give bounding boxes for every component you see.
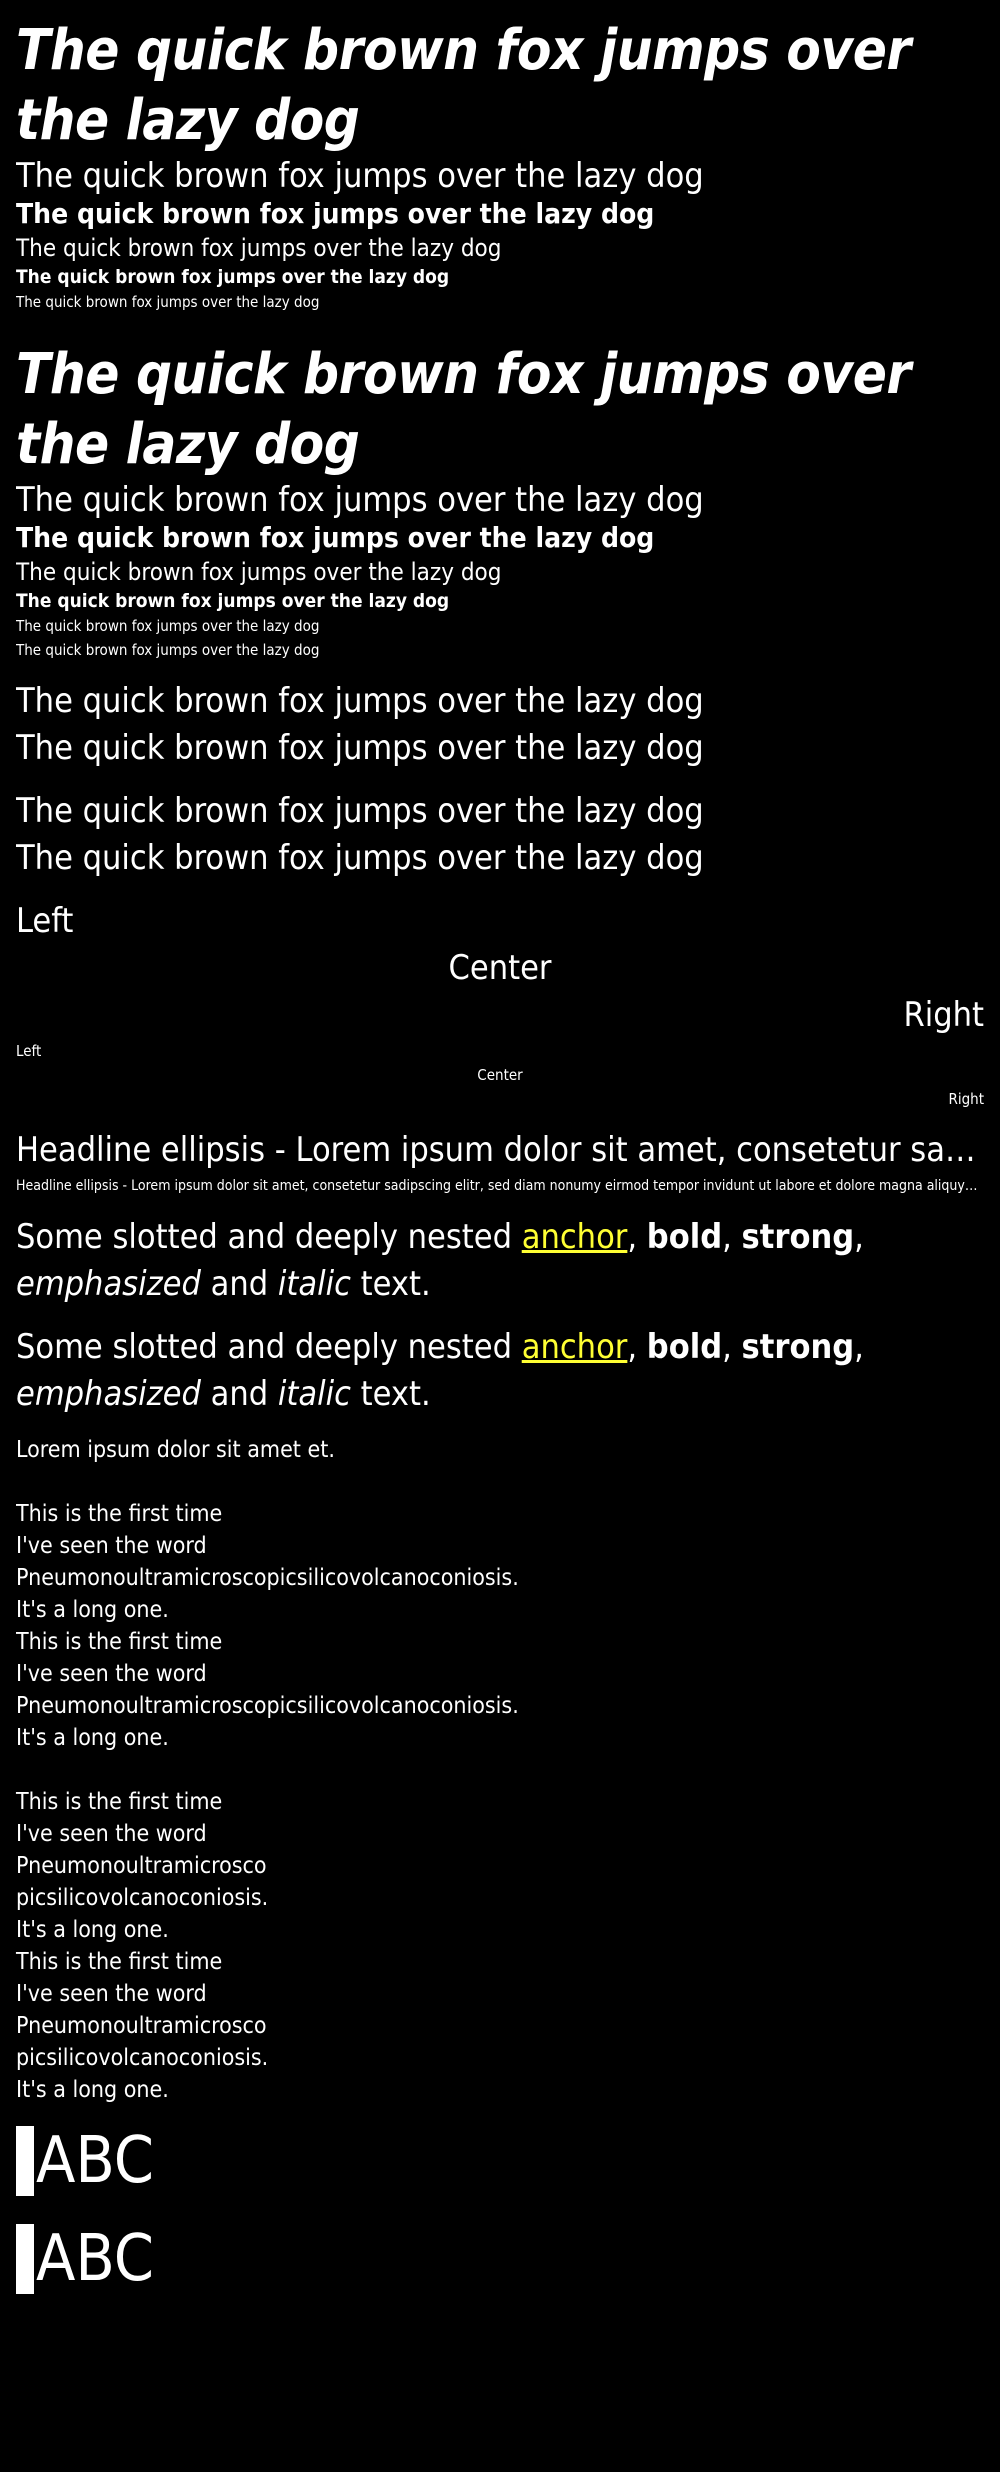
headline-xxs-2: The quick brown fox jumps over the lazy … [16,641,320,659]
long-word-line2: I've seen the word [16,1533,207,1559]
anchor-link[interactable]: anchor [522,1217,628,1257]
headline-pair-a1: The quick brown fox jumps over the lazy … [16,681,704,721]
align-left-small: Left [16,1042,42,1060]
italic-text: italic [277,1374,351,1414]
bold-text: bold [646,1327,723,1367]
headline-group-3: The quick brown fox jumps over the lazy … [16,678,984,772]
headline-l-2: The quick brown fox jumps over the lazy … [16,521,655,554]
headline-xl: The quick brown fox jumps over the lazy … [16,156,704,196]
narrow-line2-repeat: I've seen the word [16,1981,207,2007]
long-word-line1: This is the first time [16,1501,223,1527]
lorem-paragraph: Lorem ipsum dolor sit amet et. [16,1437,335,1463]
headline-group-1: The quick brown fox jumps over the lazy … [16,0,984,314]
headline-ellipsis-small: Headline ellipsis - Lorem ipsum dolor si… [16,1178,984,1194]
cursor-bar-icon [16,2224,34,2294]
comma: , [627,1327,647,1367]
comma: , [627,1217,647,1257]
cursor-bar-icon [16,2126,34,2196]
abc-row-2: ABC [16,2218,984,2300]
align-right-large: Right [903,995,984,1035]
comma: , [854,1327,864,1367]
long-word-line1-repeat: This is the first time [16,1629,223,1655]
headline-pair-b1: The quick brown fox jumps over the lazy … [16,791,704,831]
headline-xxl-italic: The quick brown fox jumps over the lazy … [16,18,911,153]
align-left-large: Left [16,901,74,941]
long-word-line4: It's a long one. [16,1597,169,1623]
headline-l: The quick brown fox jumps over the lazy … [16,197,655,230]
headline-m: The quick brown fox jumps over the lazy … [16,234,502,262]
narrow-long-text: Pneumonoultramicroscopicsilicovolcanocon… [16,1853,269,1943]
narrow-line1: This is the first time [16,1789,223,1815]
headline-s-2: The quick brown fox jumps over the lazy … [16,590,450,612]
headline-pair-b2: The quick brown fox jumps over the lazy … [16,838,704,878]
narrow-paragraph-1: This is the first time I've seen the wor… [16,1786,276,1946]
long-word-line2-repeat: I've seen the word [16,1661,207,1687]
italic-text: italic [277,1264,351,1304]
long-word-line4-repeat: It's a long one. [16,1725,169,1751]
rich-text-1: Some slotted and deeply nested anchor, b… [16,1214,984,1308]
align-center-small: Center [477,1066,523,1084]
headline-group-2: The quick brown fox jumps over the lazy … [16,340,984,662]
rich-text-suffix: text. [350,1264,431,1304]
comma: , [854,1217,864,1257]
emphasized-text: emphasized [16,1374,201,1414]
headline-xxl-italic-2: The quick brown fox jumps over the lazy … [16,342,911,477]
and-text: and [200,1264,278,1304]
headline-pair-a2: The quick brown fox jumps over the lazy … [16,728,704,768]
strong-text: strong [741,1327,855,1367]
narrow-line1-repeat: This is the first time [16,1949,223,1975]
abc-text-2: ABC [36,2222,154,2296]
emphasized-text: emphasized [16,1264,201,1304]
align-center-large: Center [448,948,552,988]
abc-row-1: ABC [16,2120,984,2202]
rich-text-prefix: Some slotted and deeply nested [16,1327,522,1367]
headline-group-4: The quick brown fox jumps over the lazy … [16,788,984,882]
bold-text: bold [646,1217,723,1257]
abc-text: ABC [36,2124,154,2198]
long-word-block-narrow: This is the first time I've seen the wor… [16,1786,984,2106]
long-word-block-wide: This is the first time I've seen the wor… [16,1498,984,1754]
headline-xs: The quick brown fox jumps over the lazy … [16,293,320,311]
comma: , [722,1327,742,1367]
alignment-group: Left Center Right Left Center Right [16,898,984,1111]
long-word-word-repeat: Pneumonoultramicroscopicsilicovolcanocon… [16,1693,519,1719]
headline-s: The quick brown fox jumps over the lazy … [16,266,450,288]
narrow-line2: I've seen the word [16,1821,207,1847]
narrow-paragraph-2: This is the first time I've seen the wor… [16,1946,276,2106]
ellipsis-group: Headline ellipsis - Lorem ipsum dolor si… [16,1127,984,1198]
rich-text-suffix: text. [350,1374,431,1414]
headline-ellipsis-large: Headline ellipsis - Lorem ipsum dolor si… [16,1130,984,1170]
headline-m-2: The quick brown fox jumps over the lazy … [16,558,502,586]
headline-xs-2: The quick brown fox jumps over the lazy … [16,617,320,635]
strong-text: strong [741,1217,855,1257]
rich-text-prefix: Some slotted and deeply nested [16,1217,522,1257]
and-text: and [200,1374,278,1414]
long-word-word: Pneumonoultramicroscopicsilicovolcanocon… [16,1565,519,1591]
anchor-link-2[interactable]: anchor [522,1327,628,1367]
align-right-small: Right [948,1090,984,1108]
typography-showcase: The quick brown fox jumps over the lazy … [0,0,1000,2300]
headline-xl-2: The quick brown fox jumps over the lazy … [16,480,704,520]
rich-text-2: Some slotted and deeply nested anchor, b… [16,1324,984,1418]
comma: , [722,1217,742,1257]
narrow-long-text-repeat: Pneumonoultramicroscopicsilicovolcanocon… [16,2013,269,2103]
